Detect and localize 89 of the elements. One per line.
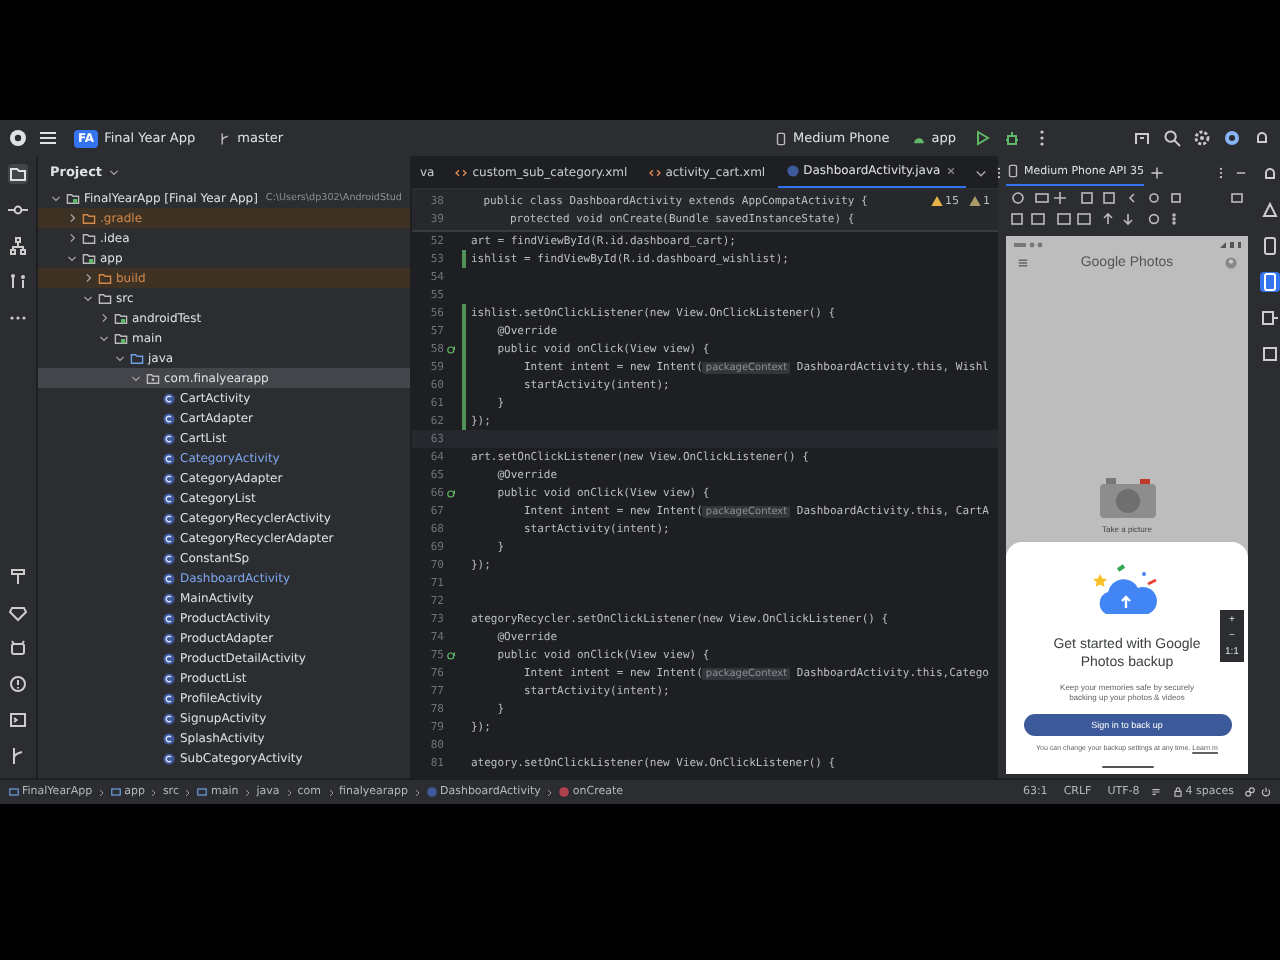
hammer-icon[interactable] — [8, 566, 28, 586]
module-icon — [110, 786, 123, 798]
module-icon — [8, 786, 20, 798]
class-icon — [162, 451, 176, 465]
class-icon — [162, 491, 176, 505]
settings-icon[interactable] — [1192, 128, 1212, 148]
app-logo-icon[interactable] — [8, 128, 28, 148]
class-icon — [162, 731, 176, 745]
branch-icon — [217, 131, 232, 145]
pull-request-icon[interactable] — [8, 272, 28, 292]
debug-icon[interactable] — [1002, 128, 1022, 148]
chevron-down-icon[interactable] — [130, 372, 142, 384]
chevron-down-icon[interactable] — [108, 166, 121, 178]
class-icon — [162, 691, 176, 705]
gem-icon[interactable] — [8, 602, 28, 622]
module-folder-icon — [66, 191, 80, 205]
class-icon — [162, 651, 176, 665]
class-icon — [162, 411, 176, 425]
device-manager-icon[interactable] — [1259, 236, 1279, 256]
commit-icon[interactable] — [8, 200, 28, 220]
terminal-icon[interactable] — [8, 710, 28, 730]
chevron-right-icon[interactable] — [82, 272, 94, 284]
power-icon[interactable] — [1260, 786, 1272, 798]
class-icon — [162, 511, 176, 525]
change-marker[interactable] — [462, 412, 465, 430]
module-folder-icon — [114, 331, 128, 345]
warning-icon — [967, 194, 981, 208]
class-icon — [162, 591, 176, 605]
warning-icon — [929, 194, 943, 208]
class-icon — [162, 751, 176, 765]
class-icon — [785, 164, 800, 178]
phone-screen[interactable] — [1006, 236, 1248, 774]
structure-icon[interactable] — [8, 236, 28, 256]
module-folder-icon — [114, 311, 128, 325]
source-folder-icon — [130, 351, 144, 365]
chevron-right-icon[interactable] — [98, 312, 110, 324]
chevron-down-icon[interactable] — [82, 292, 94, 304]
class-icon — [162, 391, 176, 405]
phone-icon — [773, 131, 788, 145]
close-icon[interactable] — [944, 164, 959, 178]
module-folder-icon — [82, 251, 96, 265]
link-icon[interactable] — [1244, 786, 1256, 798]
camera-icon[interactable] — [1097, 476, 1157, 520]
folder-icon[interactable] — [8, 164, 28, 184]
add-icon[interactable] — [1149, 165, 1164, 179]
change-marker[interactable] — [462, 304, 465, 322]
class-icon — [162, 531, 176, 545]
change-marker[interactable] — [462, 340, 465, 358]
notifications-icon[interactable] — [1252, 128, 1272, 148]
class-icon — [162, 611, 176, 625]
warning-icon[interactable] — [8, 674, 28, 694]
android-icon[interactable] — [8, 638, 28, 658]
change-marker[interactable] — [462, 394, 465, 412]
notifications-icon[interactable] — [1259, 164, 1279, 184]
chevron-down-icon[interactable] — [114, 352, 126, 364]
module-icon — [196, 786, 209, 798]
xml-file-icon — [647, 165, 662, 179]
class-icon — [162, 431, 176, 445]
lock-icon — [1171, 786, 1184, 798]
chevron-down-icon[interactable] — [66, 252, 78, 264]
class-icon — [162, 551, 176, 565]
override-marker-icon[interactable] — [446, 487, 458, 499]
change-marker[interactable] — [462, 250, 465, 268]
xml-file-icon — [454, 165, 469, 179]
change-marker[interactable] — [462, 376, 465, 394]
running-devices-icon[interactable] — [1259, 272, 1279, 292]
override-marker-icon[interactable] — [446, 343, 458, 355]
menu-icon[interactable] — [38, 128, 58, 148]
chevron-down-icon[interactable] — [98, 332, 110, 344]
search-icon[interactable] — [1162, 128, 1182, 148]
package-folder-icon — [146, 371, 160, 385]
class-icon — [162, 471, 176, 485]
class-icon — [162, 571, 176, 585]
git-branch-icon[interactable] — [8, 746, 28, 766]
phone-icon — [1006, 164, 1020, 178]
method-icon — [558, 786, 571, 798]
change-marker[interactable] — [462, 322, 465, 340]
run-icon[interactable] — [972, 128, 992, 148]
chevron-down-icon[interactable] — [50, 192, 62, 204]
chevron-down-icon[interactable] — [974, 165, 989, 179]
chevron-right-icon[interactable] — [66, 232, 78, 244]
class-icon — [425, 786, 438, 798]
override-marker-icon[interactable] — [446, 649, 458, 661]
class-icon — [162, 711, 176, 725]
wrap-icon[interactable] — [1149, 786, 1162, 798]
class-icon — [162, 671, 176, 685]
change-marker[interactable] — [462, 358, 465, 376]
class-icon — [162, 631, 176, 645]
chevron-right-icon[interactable] — [66, 212, 78, 224]
